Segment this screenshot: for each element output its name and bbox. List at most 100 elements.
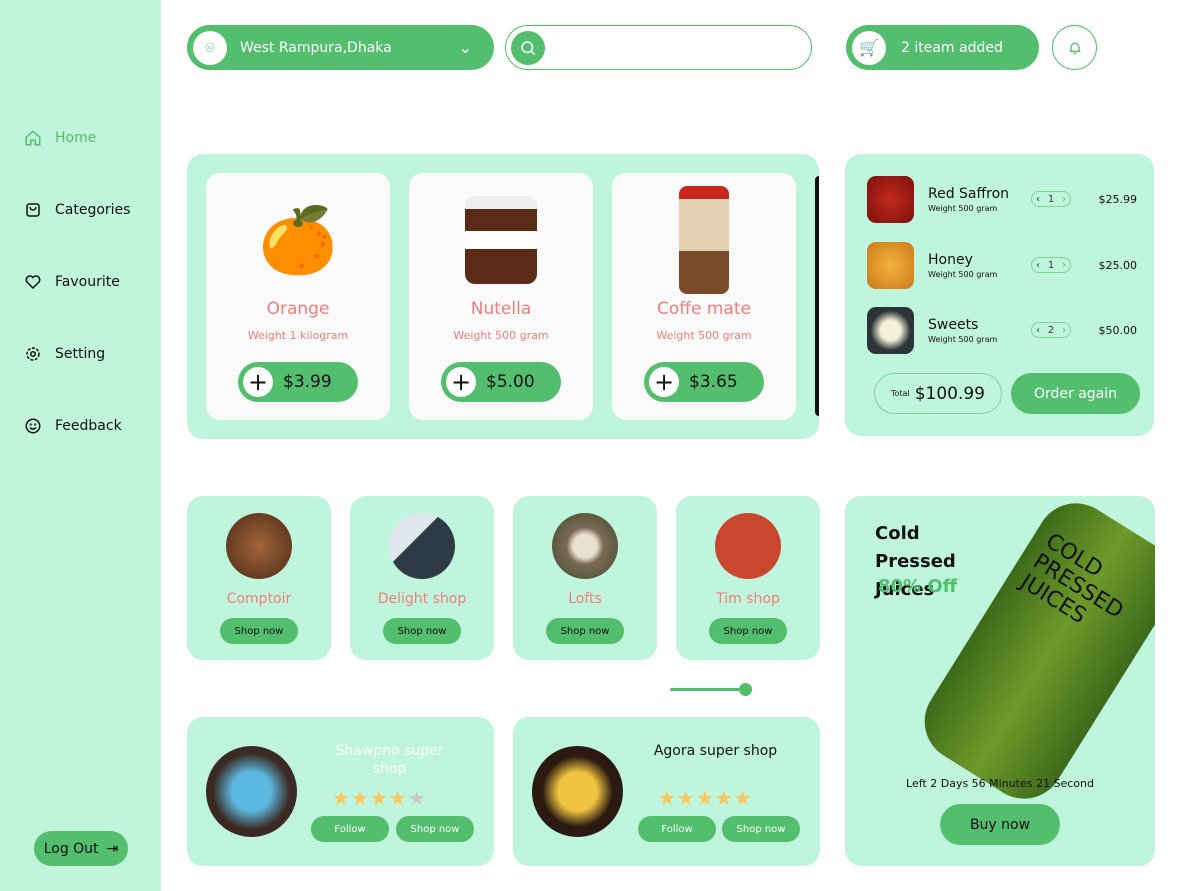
cart-icon: 🛒 (852, 30, 886, 65)
search-bar[interactable] (505, 25, 812, 70)
sidebar-item-favourite[interactable]: Favourite (24, 273, 120, 291)
quantity-stepper[interactable]: ‹ 1 › (1031, 191, 1071, 207)
plus-icon: + (649, 367, 679, 397)
cart-label: 2 iteam added (901, 39, 1003, 56)
shop-now-button[interactable]: Shop now (220, 618, 298, 644)
sidebar-item-setting[interactable]: Setting (24, 345, 105, 363)
cart-panel: Red Saffron Weight 500 gram ‹ 1 › $25.99 Ho… (845, 154, 1154, 436)
location-selector[interactable]: ⌾ West Rampura,Dhaka ⌄ (187, 25, 494, 70)
sweets-image (867, 306, 914, 354)
notification-button[interactable] (1052, 25, 1097, 70)
cart-item-price: $25.00 (1098, 258, 1138, 272)
shop-now-button[interactable]: Shop now (396, 816, 474, 842)
shop-now-button[interactable]: Shop now (709, 618, 787, 644)
rating-stars: ★★★★★ (332, 786, 427, 810)
follow-button[interactable]: Follow (311, 816, 389, 842)
honey-image (867, 241, 914, 289)
slider-handle[interactable] (739, 683, 752, 696)
order-again-button[interactable]: Order again (1011, 373, 1140, 414)
cart-item-weight: Weight 500 gram (928, 203, 998, 213)
sidebar-item-label: Setting (55, 346, 106, 362)
gear-icon (26, 347, 40, 361)
location-label: West Rampura,Dhaka (240, 39, 392, 56)
cart-item-price: $50.00 (1098, 323, 1138, 337)
tim-shop-image (715, 513, 781, 579)
total-label: Total (891, 389, 910, 398)
cart-item-weight: Weight 500 gram (928, 269, 998, 279)
smile-icon (25, 418, 41, 434)
product-card[interactable]: Coffe mate Weight 500 gram + $3.65 (612, 173, 796, 420)
cart-item-weight: Weight 500 gram (928, 334, 998, 344)
bell-icon (1069, 42, 1080, 54)
countdown-timer: Left 2 Days 56 Minutes 21 Second (906, 777, 1094, 790)
coffee-mate-image (649, 186, 759, 294)
heart-icon (25, 275, 41, 290)
products-panel: 🍊 Orange Weight 1 kilogram + $3.99 Nutell… (187, 154, 819, 439)
product-name: Orange (266, 299, 330, 319)
quantity-stepper[interactable]: ‹ 2 › (1031, 322, 1071, 338)
cart-button[interactable]: 🛒 2 iteam added (846, 25, 1039, 70)
shop-name: Lofts (568, 591, 602, 607)
search-input[interactable] (559, 40, 797, 55)
shop-card: Tim shop Shop now (676, 496, 820, 660)
product-card[interactable]: 🍊 Orange Weight 1 kilogram + $3.99 (206, 173, 390, 420)
saffron-image (867, 175, 914, 223)
search-icon (511, 30, 545, 65)
add-to-cart-button[interactable]: + $5.00 (441, 362, 561, 402)
comptoir-image (226, 513, 292, 579)
product-weight: Weight 500 gram (453, 329, 549, 342)
product-weight: Weight 1 kilogram (247, 329, 349, 342)
promo-discount: 80% Off (878, 576, 958, 597)
agora-image (532, 746, 623, 837)
shop-name: Comptoir (226, 591, 292, 607)
cart-item-name: Red Saffron (928, 185, 1010, 202)
cart-item-price: $25.99 (1098, 192, 1138, 206)
sidebar-item-home[interactable]: Home (24, 129, 96, 147)
buy-now-button[interactable]: Buy now (940, 804, 1060, 845)
cart-item-name: Sweets (928, 316, 979, 333)
add-to-cart-button[interactable]: + $3.65 (644, 362, 764, 402)
shawpno-image (206, 746, 297, 837)
shop-now-button[interactable]: Shop now (546, 618, 624, 644)
shop-card: Comptoir Shop now (187, 496, 331, 660)
supershop-name: Shawpno super shop (335, 743, 444, 777)
sidebar-item-label: Feedback (55, 418, 122, 434)
sidebar-item-label: Categories (55, 202, 131, 218)
shop-card: Delight shop Shop now (350, 496, 494, 660)
logout-label: Log Out (43, 840, 99, 857)
cart-item: Red Saffron Weight 500 gram ‹ 1 › $25.99 (867, 175, 1137, 223)
cart-item: Honey Weight 500 gram ‹ 1 › $25.00 (867, 241, 1137, 289)
product-name: Coffe mate (657, 299, 751, 319)
sidebar-item-label: Favourite (55, 274, 120, 290)
chevron-down-icon: ⌄ (458, 38, 472, 57)
shop-name: Tim shop (716, 591, 780, 607)
product-weight: Weight 500 gram (656, 329, 752, 342)
cart-item-name: Honey (928, 251, 973, 268)
quantity-stepper[interactable]: ‹ 1 › (1031, 257, 1071, 273)
product-price: $3.99 (283, 372, 332, 392)
plus-icon: + (243, 367, 273, 397)
product-card[interactable]: Nutella Weight 500 gram + $5.00 (409, 173, 593, 420)
location-pin-icon: ⌾ (193, 30, 227, 65)
add-to-cart-button[interactable]: + $3.99 (238, 362, 358, 402)
sidebar-item-feedback[interactable]: Feedback (24, 417, 122, 435)
promo-card: COLD PRESSED JUICES Cold Pressed Juices … (845, 496, 1155, 866)
sidebar: Home Categories Favourite Setting Feedba… (0, 0, 161, 891)
product-name: Nutella (470, 299, 532, 319)
nutella-image (446, 195, 556, 285)
shop-now-button[interactable]: Shop now (722, 816, 800, 842)
follow-button[interactable]: Follow (638, 816, 716, 842)
sidebar-item-categories[interactable]: Categories (24, 201, 130, 219)
shop-card: Lofts Shop now (513, 496, 657, 660)
next-product-card-edge (815, 176, 819, 416)
carousel-slider[interactable] (670, 683, 752, 696)
product-price: $5.00 (486, 372, 535, 392)
total-value: $100.99 (914, 383, 985, 404)
bag-icon (26, 203, 40, 217)
shop-now-button[interactable]: Shop now (383, 618, 461, 644)
orange-image: 🍊 (258, 203, 338, 278)
home-icon (25, 130, 41, 146)
rating-stars: ★★★★★ (658, 786, 753, 810)
logout-button[interactable]: Log Out ⇥ (34, 831, 128, 866)
product-price: $3.65 (689, 372, 738, 392)
